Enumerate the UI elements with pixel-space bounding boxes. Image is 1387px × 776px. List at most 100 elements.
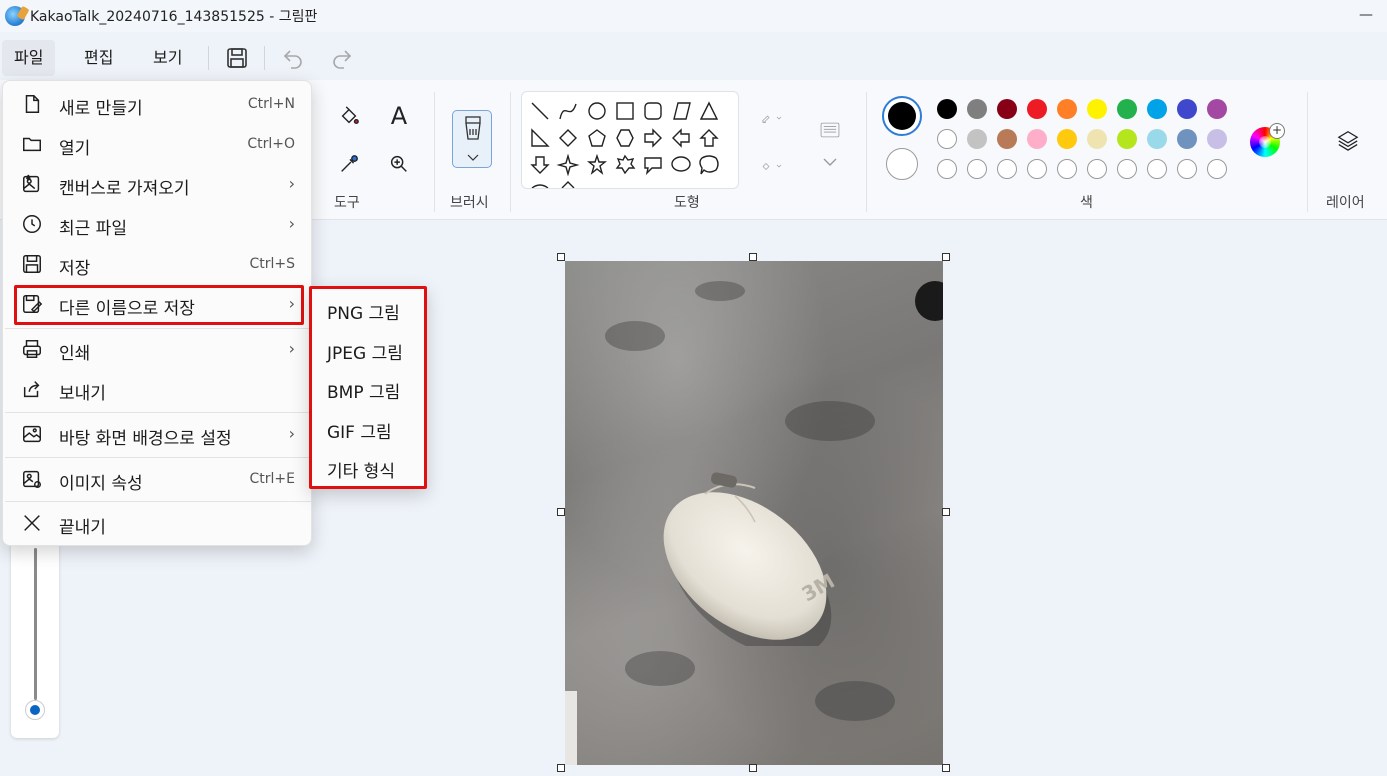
- color-swatch[interactable]: [1207, 129, 1227, 149]
- file-menu-item-label: 끝내기: [59, 518, 106, 538]
- custom-color-slot[interactable]: [1057, 159, 1077, 179]
- color-swatch[interactable]: [1087, 129, 1107, 149]
- color-swatch[interactable]: [1087, 99, 1107, 119]
- file-menu: 새로 만들기 Ctrl+N 열기 Ctrl+O 캔버스로 가져오기 › 최근 파일 › 저장 Ct…: [2, 80, 312, 546]
- color-swatch[interactable]: [967, 99, 987, 119]
- save-as-png[interactable]: PNG 그림: [327, 299, 400, 324]
- resize-handle[interactable]: [942, 253, 950, 261]
- file-menu-item[interactable]: 인쇄 ›: [7, 331, 309, 367]
- window-title: KakaoTalk_20240716_143851525 - 그림판: [30, 9, 318, 25]
- color-swatch[interactable]: [937, 99, 957, 119]
- file-menu-item[interactable]: 최근 파일 ›: [7, 206, 309, 242]
- file-menu-item-label: 열기: [59, 139, 91, 159]
- file-menu-item-label: 새로 만들기: [59, 99, 143, 119]
- outline-style-icon[interactable]: [750, 102, 794, 134]
- save-as-bmp[interactable]: BMP 그림: [327, 378, 400, 403]
- custom-color-slot[interactable]: [937, 159, 957, 179]
- minimize-button[interactable]: —: [1355, 8, 1377, 22]
- color-swatch[interactable]: [937, 129, 957, 149]
- file-menu-item-label: 최근 파일: [59, 219, 127, 239]
- custom-color-slot[interactable]: [1177, 159, 1197, 179]
- chevron-right-icon: ›: [288, 424, 295, 443]
- custom-color-slot[interactable]: [1147, 159, 1167, 179]
- undo-icon[interactable]: [281, 46, 305, 70]
- color-swatch[interactable]: [1117, 129, 1137, 149]
- color-swatch[interactable]: [997, 99, 1017, 119]
- color-swatch[interactable]: [1147, 99, 1167, 119]
- file-menu-item[interactable]: 저장 Ctrl+S: [7, 246, 309, 282]
- printer-icon: [21, 338, 43, 360]
- file-menu-item[interactable]: 새로 만들기 Ctrl+N: [7, 86, 309, 122]
- resize-handle[interactable]: [749, 253, 757, 261]
- mouse-photo: 3M: [663, 472, 839, 646]
- menu-bar: 파일 편집 보기: [0, 38, 1387, 78]
- shortcut-hint: Ctrl+O: [247, 136, 295, 152]
- fill-style-icon[interactable]: [750, 150, 794, 182]
- color-swatch[interactable]: [1147, 129, 1167, 149]
- fill-bucket-icon[interactable]: [333, 100, 365, 132]
- color-swatch[interactable]: [1207, 99, 1227, 119]
- ribbon-divider: [434, 92, 435, 212]
- color-swatch[interactable]: [1177, 129, 1197, 149]
- tools-group-label: 도구: [334, 195, 360, 211]
- custom-color-slot[interactable]: [997, 159, 1017, 179]
- save-as-other-formats[interactable]: 기타 형식: [327, 457, 395, 482]
- menu-view[interactable]: 보기: [141, 40, 194, 76]
- color-swatch[interactable]: [1057, 99, 1077, 119]
- resize-handle[interactable]: [557, 764, 565, 772]
- menu-edit[interactable]: 편집: [72, 40, 125, 76]
- color-swatch[interactable]: [997, 129, 1017, 149]
- chevron-down-icon[interactable]: [814, 146, 846, 178]
- resize-handle[interactable]: [749, 764, 757, 772]
- resize-handle[interactable]: [557, 253, 565, 261]
- file-menu-item[interactable]: 캔버스로 가져오기 ›: [7, 166, 309, 202]
- file-menu-item[interactable]: 끝내기: [7, 505, 309, 541]
- save-as-jpeg[interactable]: JPEG 그림: [327, 339, 403, 364]
- file-menu-item[interactable]: 열기 Ctrl+O: [7, 126, 309, 162]
- resize-handle[interactable]: [942, 508, 950, 516]
- color-swatch[interactable]: [1057, 129, 1077, 149]
- color-swatch[interactable]: [1117, 99, 1137, 119]
- custom-color-slot[interactable]: [1087, 159, 1107, 179]
- menu-separator: [5, 457, 311, 458]
- magnifier-icon[interactable]: [383, 148, 415, 180]
- line-size-icon[interactable]: [814, 114, 846, 146]
- custom-color-slot[interactable]: [1027, 159, 1047, 179]
- save-icon[interactable]: [225, 46, 249, 70]
- resize-handle[interactable]: [557, 508, 565, 516]
- chevron-right-icon: ›: [288, 339, 295, 358]
- file-menu-item[interactable]: 바탕 화면 배경으로 설정 ›: [7, 416, 309, 452]
- resize-handle[interactable]: [942, 764, 950, 772]
- text-tool-icon[interactable]: A: [383, 100, 415, 132]
- layers-icon[interactable]: [1332, 124, 1364, 156]
- zoom-slider-track[interactable]: [34, 548, 37, 700]
- color-picker-icon[interactable]: [333, 148, 365, 180]
- color-swatch[interactable]: [1027, 99, 1047, 119]
- menu-separator: [5, 501, 311, 502]
- color-swatch[interactable]: [1177, 99, 1197, 119]
- custom-color-slot[interactable]: [967, 159, 987, 179]
- file-menu-item-label: 이미지 속성: [59, 474, 143, 494]
- file-menu-item-label: 바탕 화면 배경으로 설정: [59, 429, 232, 449]
- brush-selector[interactable]: [452, 110, 492, 168]
- zoom-slider-thumb[interactable]: [25, 700, 45, 720]
- file-menu-item[interactable]: 보내기: [7, 371, 309, 407]
- dark-object: [915, 281, 943, 321]
- custom-color-slot[interactable]: [1117, 159, 1137, 179]
- canvas-image[interactable]: 3M: [565, 261, 943, 765]
- paint-app-icon: [5, 6, 25, 26]
- share-icon: [21, 378, 43, 400]
- custom-color-slot[interactable]: [1207, 159, 1227, 179]
- color-swatch[interactable]: [1027, 129, 1047, 149]
- close-icon: [21, 512, 43, 534]
- shortcut-hint: Ctrl+E: [249, 471, 296, 487]
- secondary-color-swatch[interactable]: [886, 148, 918, 180]
- file-menu-item[interactable]: 이미지 속성 Ctrl+E: [7, 461, 309, 497]
- add-color-icon[interactable]: +: [1269, 123, 1285, 139]
- save-as-gif[interactable]: GIF 그림: [327, 418, 392, 443]
- redo-icon[interactable]: [330, 46, 354, 70]
- menu-file[interactable]: 파일: [2, 40, 56, 76]
- color-swatch[interactable]: [967, 129, 987, 149]
- clock-icon: [21, 213, 43, 235]
- primary-color-swatch[interactable]: [882, 96, 922, 136]
